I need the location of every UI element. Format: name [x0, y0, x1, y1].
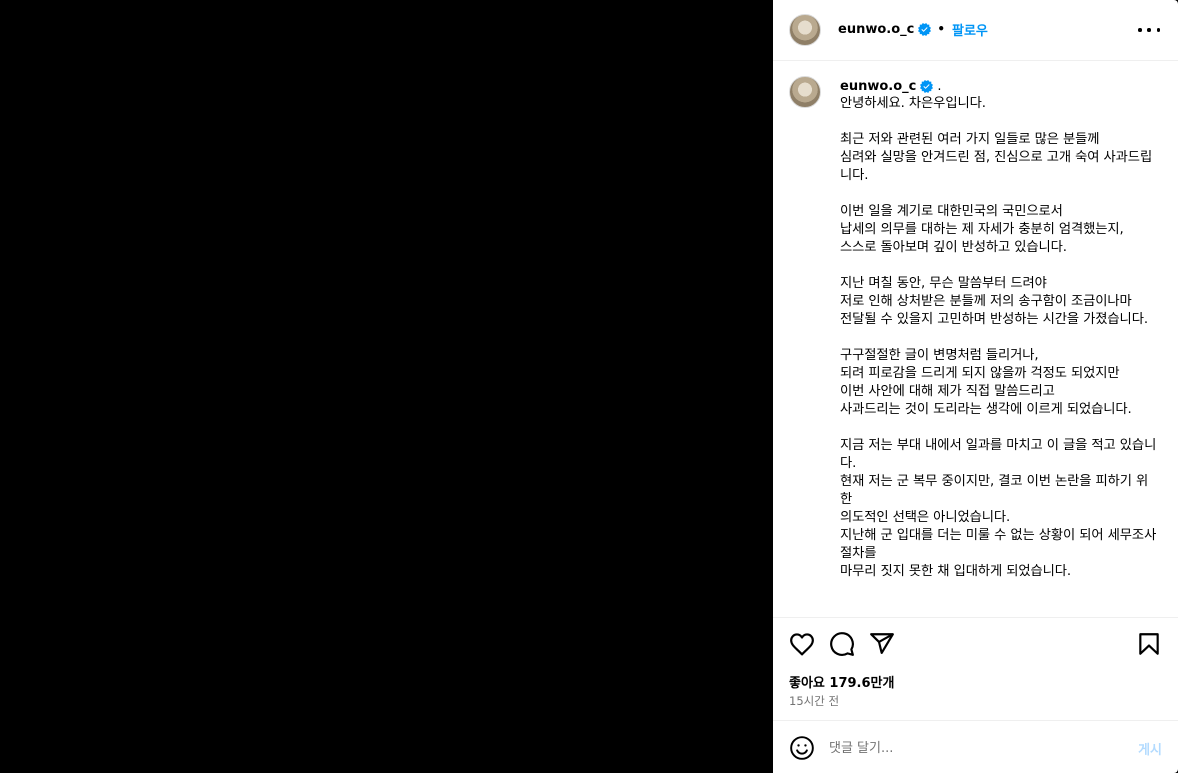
verified-badge-icon: [918, 22, 932, 36]
verified-badge-icon: [920, 79, 934, 93]
heart-icon[interactable]: [789, 631, 815, 657]
post-actions: 좋아요 179.6만개 15시간 전: [773, 617, 1178, 720]
header-separator: •: [937, 22, 946, 36]
post-side-panel: eunwo.o_c • 팔로우 eunwo.o_c . 안녕하세요. 차은우입니…: [773, 0, 1178, 773]
header-user-row: eunwo.o_c • 팔로우: [838, 19, 988, 39]
follow-button[interactable]: 팔로우: [952, 20, 988, 39]
caption-avatar[interactable]: [789, 76, 821, 108]
post-header: eunwo.o_c • 팔로우: [773, 0, 1178, 61]
emoji-icon[interactable]: [789, 735, 815, 761]
post-timestamp[interactable]: 15시간 전: [789, 693, 839, 709]
send-icon[interactable]: [869, 631, 895, 657]
caption-username[interactable]: eunwo.o_c: [840, 79, 916, 94]
caption-section: eunwo.o_c . 안녕하세요. 차은우입니다. 최근 저와 관련된 여러 …: [773, 61, 1178, 617]
comment-input[interactable]: [829, 737, 1109, 759]
likes-count[interactable]: 좋아요 179.6만개: [789, 672, 894, 691]
comment-bar: 게시: [773, 720, 1178, 773]
caption-user-row: eunwo.o_c .: [840, 77, 941, 95]
bookmark-icon[interactable]: [1136, 631, 1162, 657]
caption-text: 안녕하세요. 차은우입니다. 최근 저와 관련된 여러 가지 일들로 많은 분들…: [840, 96, 1157, 579]
header-username[interactable]: eunwo.o_c: [838, 22, 914, 37]
post-comment-button[interactable]: 게시: [1138, 739, 1162, 758]
avatar[interactable]: [789, 14, 821, 46]
comment-icon[interactable]: [829, 631, 855, 657]
post-media[interactable]: [0, 0, 773, 773]
caption-period: .: [937, 78, 942, 94]
more-horizontal-icon[interactable]: [1138, 20, 1160, 40]
post-modal: eunwo.o_c • 팔로우 eunwo.o_c . 안녕하세요. 차은우입니…: [0, 0, 1178, 773]
